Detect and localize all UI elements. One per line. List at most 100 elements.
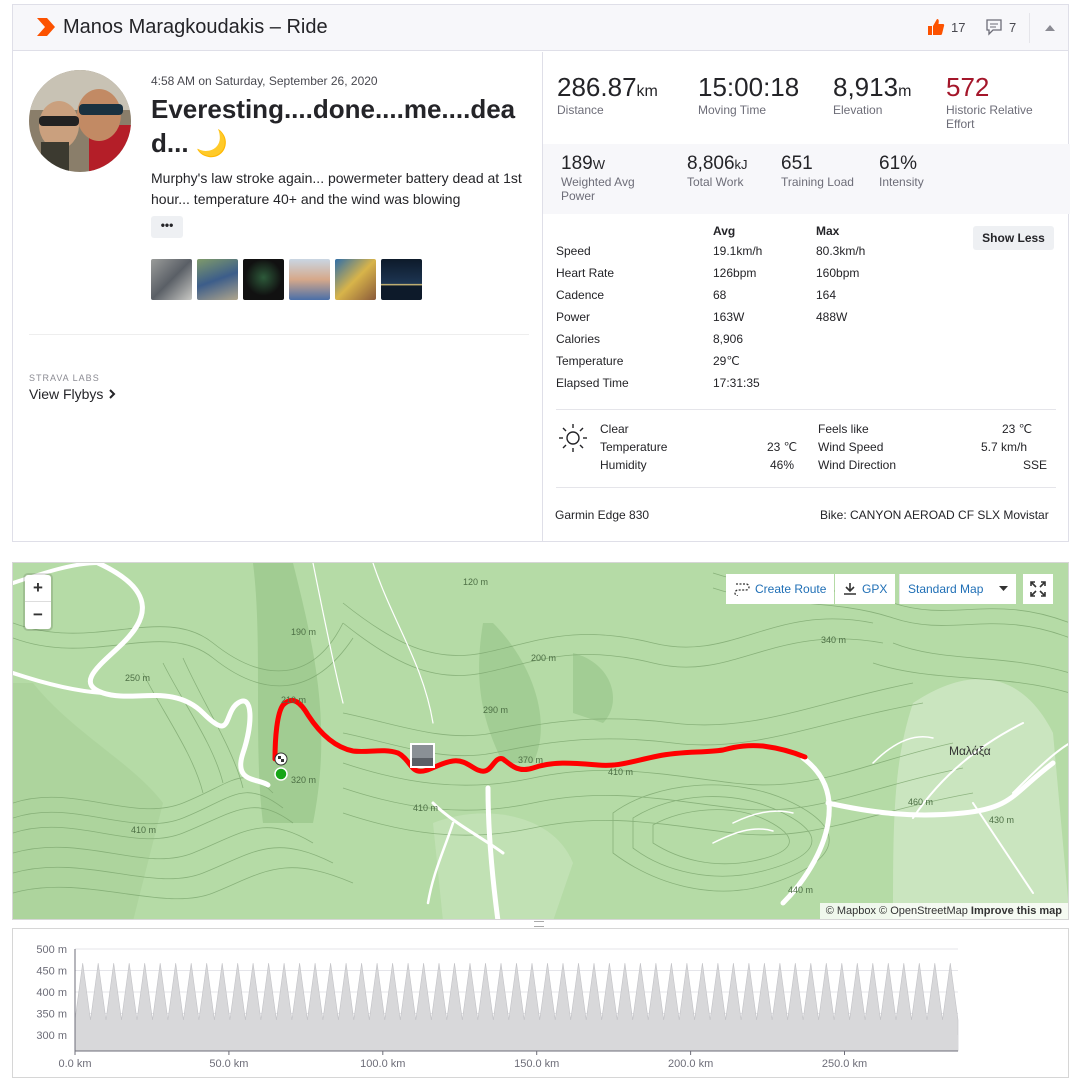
x-tick-label: 250.0 km — [822, 1058, 867, 1070]
view-flybys-link[interactable]: View Flybys — [29, 386, 116, 402]
start-marker-icon — [274, 767, 288, 781]
stat-unit: W — [592, 157, 605, 172]
kudos-button[interactable]: 17 — [927, 18, 965, 36]
bike-name: Bike: CANYON AEROAD CF SLX Movistar — [820, 508, 1049, 522]
photo-thumbnail[interactable] — [197, 259, 238, 300]
x-tick-label: 200.0 km — [668, 1058, 713, 1070]
stat-intensity: 61% Intensity — [879, 153, 924, 189]
details-row: Elapsed Time 17:31:35 — [556, 376, 1056, 396]
details-row: Cadence 68 164 — [556, 288, 1056, 308]
zoom-out-button[interactable]: − — [25, 602, 51, 629]
details-row-max: 164 — [816, 288, 837, 302]
temperature-value: 23 ℃ — [767, 440, 798, 454]
details-row-avg: 126bpm — [713, 266, 757, 280]
stat-elevation: 8,913m Elevation — [833, 72, 911, 117]
wind-speed-value: 5.7 km/h — [981, 440, 1028, 454]
stat-label: Intensity — [879, 175, 924, 189]
details-row-avg: 17:31:35 — [713, 376, 760, 390]
details-row-avg: 68 — [713, 288, 727, 302]
view-flybys-label: View Flybys — [29, 386, 104, 402]
map-style-select[interactable]: Standard Map — [899, 574, 1016, 604]
details-row-max: 488W — [816, 310, 848, 324]
elevation-base — [75, 1035, 958, 1051]
stat-relative-effort[interactable]: 572 Historic Relative Effort — [946, 72, 1058, 131]
photo-thumbnail[interactable] — [381, 259, 422, 300]
zoom-in-button[interactable]: + — [25, 575, 51, 602]
photo-thumbnail[interactable] — [243, 259, 284, 300]
weather-condition: Clear — [600, 422, 629, 436]
collapse-button[interactable] — [1029, 13, 1069, 43]
details-row-label: Calories — [556, 332, 601, 346]
elevation-profile-chart[interactable]: 500 m 450 m 400 m 350 m 300 m 0.0 km 50.0 km 10… — [12, 928, 1069, 1078]
stat-value: 15:00:18 — [698, 72, 800, 102]
stat-label: Moving Time — [698, 103, 767, 117]
stat-label: Weighted Avg Power — [561, 175, 635, 203]
avatar[interactable] — [29, 70, 131, 172]
stat-unit: km — [636, 83, 658, 100]
fullscreen-button[interactable] — [1023, 574, 1053, 604]
chevron-right-icon — [109, 389, 116, 399]
expand-icon — [1030, 581, 1046, 597]
stat-value: 61% — [879, 153, 918, 174]
create-route-button[interactable]: Create Route — [726, 574, 835, 604]
improve-map-link[interactable]: Improve this map — [971, 905, 1062, 917]
show-less-button[interactable]: Show Less — [973, 226, 1054, 250]
photo-marker[interactable] — [410, 743, 435, 768]
details-row-avg: 8,906 — [713, 332, 744, 346]
route-map[interactable]: 120 m 190 m 250 m 200 m 210 m 290 m 320 m 370 m… — [12, 562, 1069, 920]
photo-thumbnail[interactable] — [151, 259, 192, 300]
humidity-label: Humidity — [600, 458, 647, 472]
details-row: Power 163W 488W — [556, 310, 1056, 330]
details-row-label: Heart Rate — [556, 266, 615, 280]
contour-label: 430 m — [989, 815, 1014, 825]
contour-label: 440 m — [788, 885, 813, 895]
contour-label: 190 m — [291, 627, 316, 637]
device-name: Garmin Edge 830 — [555, 508, 650, 522]
strava-labs-label: STRAVA LABS — [29, 373, 100, 383]
stat-value: 8,806 — [687, 153, 735, 174]
contour-label: 250 m — [125, 673, 150, 683]
page-title: Manos Maragkoudakis – Ride — [63, 16, 328, 38]
details-row: Temperature 29℃ — [556, 354, 1056, 374]
contour-label: 320 m — [291, 775, 316, 785]
photo-thumbnails — [151, 259, 422, 300]
column-avg: Avg — [713, 224, 736, 238]
stat-moving-time: 15:00:18 Moving Time — [698, 72, 799, 117]
photo-thumbnail[interactable] — [335, 259, 376, 300]
wind-speed-label: Wind Speed — [818, 440, 884, 454]
stat-label: Elevation — [833, 103, 883, 117]
contour-label: 410 m — [413, 803, 438, 813]
stat-value: 189 — [561, 153, 593, 174]
gpx-download-button[interactable]: GPX — [835, 574, 896, 604]
contour-label: 200 m — [531, 653, 556, 663]
details-row: Heart Rate 126bpm 160bpm — [556, 266, 1056, 286]
contour-label: 370 m — [518, 755, 543, 765]
stat-distance: 286.87km Distance — [557, 72, 658, 117]
feels-like-value: 23 ℃ — [1002, 422, 1033, 436]
stat-training-load: 651 Training Load — [781, 153, 854, 189]
more-options-button[interactable]: ••• — [151, 216, 183, 238]
feels-like-label: Feels like — [818, 422, 869, 436]
comments-button[interactable]: 7 — [985, 18, 1016, 36]
comment-icon — [986, 19, 1002, 36]
details-row-avg: 163W — [713, 310, 745, 324]
stat-unit: kJ — [734, 157, 748, 172]
divider — [556, 409, 1056, 410]
map-attribution: © Mapbox © OpenStreetMap Improve this ma… — [819, 903, 1068, 919]
y-tick-label: 450 m — [36, 966, 67, 978]
activity-description: Murphy's law stroke again... powermeter … — [151, 170, 522, 207]
y-tick-label: 350 m — [36, 1009, 67, 1021]
details-row-max: 160bpm — [816, 266, 860, 280]
humidity-value: 46% — [770, 458, 795, 472]
photo-thumbnail[interactable] — [289, 259, 330, 300]
x-tick-label: 150.0 km — [514, 1058, 559, 1070]
divider — [556, 487, 1056, 488]
activity-card: Manos Maragkoudakis – Ride 17 7 4:58 AM … — [12, 4, 1070, 542]
resize-handle[interactable] — [534, 921, 544, 927]
activity-datetime: 4:58 AM on Saturday, September 26, 2020 — [151, 74, 378, 88]
details-row-avg: 29℃ — [713, 354, 740, 368]
attribution-text: © Mapbox © OpenStreetMap — [825, 905, 968, 917]
wind-direction-value: SSE — [1023, 458, 1048, 472]
x-tick-label: 0.0 km — [58, 1058, 91, 1070]
ride-icon — [37, 18, 55, 36]
